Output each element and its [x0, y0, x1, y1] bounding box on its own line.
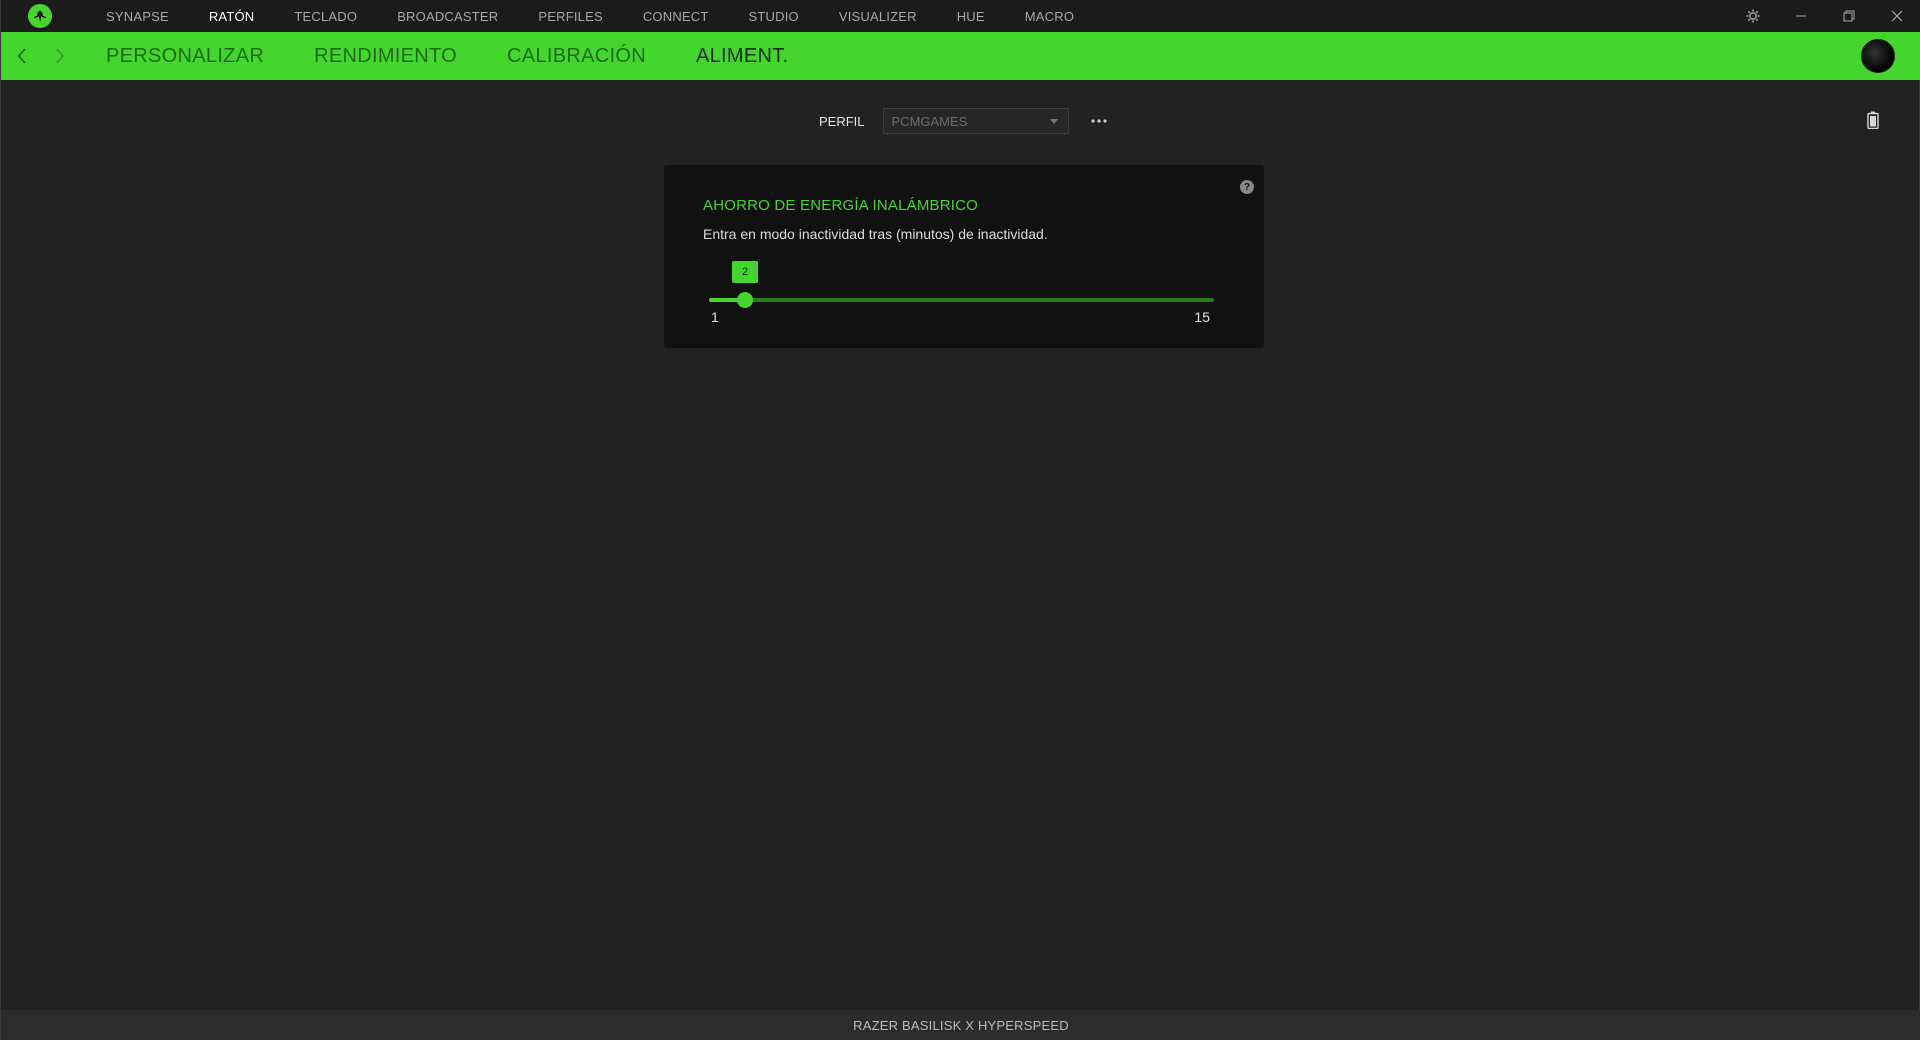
nav-item-visualizer[interactable]: VISUALIZER — [839, 9, 917, 24]
nav-item-raton[interactable]: RATÓN — [209, 9, 255, 24]
profile-dropdown[interactable]: PCMGAMES — [882, 108, 1069, 134]
slider-value-tooltip: 2 — [732, 261, 759, 283]
profile-row: PERFIL PCMGAMES — [819, 108, 1109, 134]
slider-track[interactable] — [709, 298, 1214, 302]
nav-item-teclado[interactable]: TECLADO — [294, 9, 357, 24]
app-window: SYNAPSE RATÓN TECLADO BROADCASTER PERFIL… — [0, 0, 1920, 1040]
profile-label: PERFIL — [819, 113, 865, 129]
chevron-down-icon — [1049, 119, 1058, 124]
sub-nav-bar: PERSONALIZAR RENDIMIENTO CALIBRACIÓN ALI… — [1, 32, 1920, 80]
minimize-icon[interactable] — [1777, 0, 1825, 32]
nav-item-perfiles[interactable]: PERFILES — [538, 9, 602, 24]
main-nav: SYNAPSE RATÓN TECLADO BROADCASTER PERFIL… — [106, 0, 1114, 32]
restore-icon[interactable] — [1825, 0, 1873, 32]
more-options-icon[interactable] — [1089, 111, 1109, 131]
slider-thumb[interactable] — [737, 292, 754, 308]
nav-item-synapse[interactable]: SYNAPSE — [106, 9, 169, 24]
panel-title: AHORRO DE ENERGÍA INALÁMBRICO — [703, 197, 979, 214]
nav-item-connect[interactable]: CONNECT — [643, 9, 709, 24]
device-name: RAZER BASILISK X HYPERSPEED — [853, 1017, 1069, 1033]
panel-description: Entra en modo inactividad tras (minutos)… — [703, 226, 1048, 242]
help-icon[interactable]: ? — [1240, 180, 1254, 194]
status-bar: RAZER BASILISK X HYPERSPEED — [1, 1010, 1920, 1040]
window-controls — [1729, 0, 1920, 32]
slider-max-label: 15 — [1194, 309, 1210, 325]
idle-timeout-slider[interactable]: 2 — [709, 261, 1214, 308]
tab-personalizar[interactable]: PERSONALIZAR — [106, 45, 264, 68]
nav-item-studio[interactable]: STUDIO — [749, 9, 799, 24]
close-icon[interactable] — [1873, 0, 1920, 32]
device-avatar[interactable] — [1861, 39, 1895, 73]
profile-dropdown-value: PCMGAMES — [891, 113, 968, 129]
top-bar: SYNAPSE RATÓN TECLADO BROADCASTER PERFIL… — [1, 0, 1920, 32]
nav-item-macro[interactable]: MACRO — [1025, 9, 1074, 24]
tab-calibracion[interactable]: CALIBRACIÓN — [507, 45, 646, 68]
sub-tabs: PERSONALIZAR RENDIMIENTO CALIBRACIÓN ALI… — [106, 32, 838, 80]
slider-min-label: 1 — [711, 309, 719, 325]
forward-arrow-icon[interactable] — [48, 44, 72, 68]
tab-aliment[interactable]: ALIMENT. — [696, 45, 788, 68]
tab-rendimiento[interactable]: RENDIMIENTO — [314, 45, 457, 68]
back-arrow-icon[interactable] — [10, 44, 34, 68]
battery-icon[interactable] — [1867, 111, 1879, 130]
nav-item-broadcaster[interactable]: BROADCASTER — [397, 9, 498, 24]
nav-item-hue[interactable]: HUE — [957, 9, 985, 24]
wireless-power-saving-panel: AHORRO DE ENERGÍA INALÁMBRICO Entra en m… — [664, 165, 1264, 348]
razer-logo-icon[interactable] — [28, 4, 52, 28]
settings-gear-icon[interactable] — [1729, 0, 1777, 32]
